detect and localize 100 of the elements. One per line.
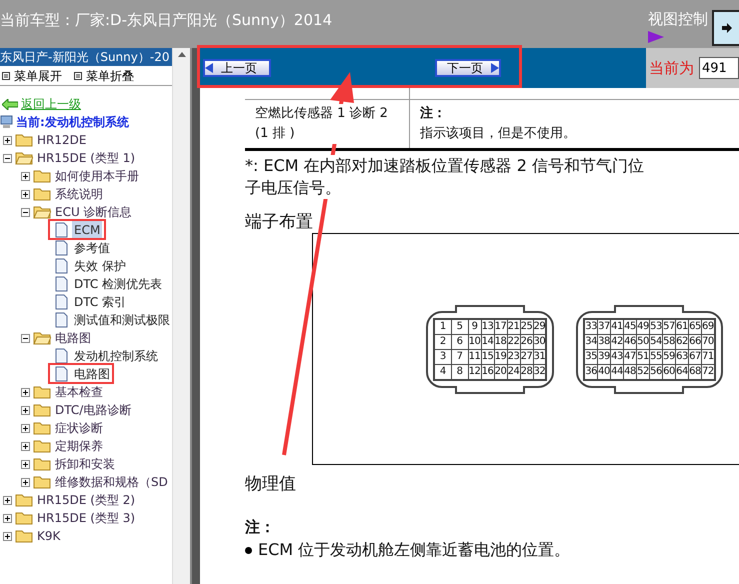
view-control-label: 视图控制 — [648, 9, 708, 30]
tree-item[interactable]: 发动机控制系统 — [72, 347, 160, 365]
pin-number: 66 — [688, 334, 702, 349]
tree-item[interactable]: HR15DE (类型 1) — [36, 149, 136, 167]
expand-menu-link[interactable]: 菜单展开 — [14, 66, 62, 84]
folder-icon — [33, 187, 51, 201]
tree-item[interactable]: 电路图 — [54, 329, 92, 347]
tree-item[interactable]: 如何使用本手册 — [54, 167, 140, 185]
tree-item[interactable]: 基本检查 — [54, 383, 104, 401]
tree-item[interactable]: 维修数据和规格（SD — [54, 473, 169, 491]
expand-toggle[interactable] — [21, 406, 30, 414]
tree-item[interactable]: 症状诊断 — [54, 419, 104, 437]
pin-number: 44 — [610, 364, 624, 380]
tree-item[interactable]: ECM — [72, 221, 102, 239]
expand-toggle[interactable] — [21, 388, 30, 396]
tree-item[interactable]: 拆卸和安装 — [54, 455, 116, 473]
pin-number: 46 — [623, 334, 636, 349]
table-cell-text: 指示该项目，但是不使用。 — [420, 125, 577, 143]
tree-item[interactable]: DTC/电路诊断 — [54, 401, 132, 419]
tree-item[interactable]: 失效 保护 — [72, 257, 128, 275]
pin-number: 58 — [662, 334, 676, 349]
expand-toggle[interactable] — [21, 190, 30, 198]
tree-item[interactable]: 参考值 — [72, 239, 112, 257]
pin-number: 50 — [636, 334, 650, 349]
collapse-toggle[interactable] — [21, 334, 30, 342]
expand-toggle[interactable] — [3, 514, 12, 522]
pin-number: 11 — [468, 349, 481, 364]
previous-page-button[interactable]: 上一页 — [203, 59, 271, 77]
pin-number: 27 — [520, 349, 533, 364]
document-icon — [55, 294, 68, 310]
tree-item[interactable]: ECU 诊断信息 — [54, 203, 133, 221]
pin-number: 42 — [610, 334, 624, 349]
open-folder-icon — [33, 205, 51, 219]
tree-item[interactable]: HR15DE (类型 2) — [36, 491, 136, 509]
arrow-button[interactable] — [712, 10, 739, 46]
collapse-toggle[interactable] — [21, 208, 30, 216]
document-icon — [55, 258, 68, 274]
current-section: 当前:发动机控制系统 — [16, 113, 129, 131]
collapse-toggle[interactable] — [3, 154, 12, 162]
pin-number: 13 — [481, 318, 494, 334]
page-number-field[interactable]: 491 — [699, 57, 739, 79]
pin-number: 21 — [507, 318, 520, 334]
pin-number: 60 — [662, 364, 676, 380]
pin-number: 18 — [494, 334, 507, 349]
back-link[interactable]: 返回上一级 — [21, 95, 81, 113]
pin-number: 43 — [610, 349, 624, 364]
pin-number: 64 — [675, 364, 688, 380]
pin-number: 35 — [584, 349, 598, 364]
pin-number: 9 — [468, 318, 481, 334]
scrollbar[interactable] — [172, 48, 190, 584]
expand-toggle[interactable] — [3, 136, 12, 144]
pin-number: 19 — [494, 349, 507, 364]
model-title: 东风日产-新阳光（Sunny）-20 — [0, 48, 172, 66]
pin-number: 37 — [597, 318, 610, 334]
folder-icon — [33, 169, 51, 183]
next-page-button[interactable]: 下一页 — [435, 59, 501, 77]
pin-number: 28 — [520, 364, 533, 380]
tree-item[interactable]: 测试值和测试极限 — [72, 311, 172, 329]
pin-number: 14 — [481, 334, 494, 349]
folder-icon — [33, 421, 51, 435]
expand-toggle[interactable] — [3, 496, 12, 504]
up-arrow-icon — [178, 52, 186, 57]
pin-number: 29 — [533, 318, 546, 334]
tree-item[interactable]: 电路图 — [72, 365, 112, 383]
document-icon — [55, 222, 68, 238]
pin-number: 25 — [520, 318, 533, 334]
tree-item[interactable]: 定期保养 — [54, 437, 104, 455]
pin-number: 3 — [434, 349, 451, 364]
pin-number: 23 — [507, 349, 520, 364]
tree-item[interactable]: DTC 索引 — [72, 293, 128, 311]
highlight-box — [48, 363, 114, 384]
folder-icon — [33, 385, 51, 399]
expand-toggle[interactable] — [21, 424, 30, 432]
expand-toggle[interactable] — [21, 172, 30, 180]
expand-toggle[interactable] — [21, 442, 30, 450]
expand-toggle[interactable] — [3, 532, 12, 540]
pin-number: 49 — [636, 318, 650, 334]
collapse-menu-link[interactable]: 菜单折叠 — [86, 66, 134, 84]
tree-item[interactable]: 系统说明 — [54, 185, 104, 203]
expand-toggle[interactable] — [21, 460, 30, 468]
vehicle-title: 当前车型：厂家:D-东风日产阳光（Sunny）2014 — [0, 10, 332, 31]
folder-icon — [33, 475, 51, 489]
tree-item[interactable]: K9K — [36, 527, 62, 545]
tree-item[interactable]: HR15DE (类型 3) — [36, 509, 136, 527]
tree-item[interactable]: DTC 检测优先表 — [72, 275, 164, 293]
pin-number: 52 — [636, 364, 650, 380]
pin-number: 63 — [675, 349, 688, 364]
right-arrow-icon — [491, 63, 499, 73]
pin-number: 45 — [623, 318, 636, 334]
computer-icon — [0, 115, 13, 129]
folder-icon — [15, 493, 33, 507]
section-heading: 物理值 — [245, 473, 297, 495]
folder-icon — [33, 457, 51, 471]
tree-item[interactable]: HR12DE — [36, 131, 88, 149]
footnote-text: *: ECM 在内部对加速踏板位置传感器 2 信号和节气门位 — [245, 155, 644, 177]
expand-toggle[interactable] — [21, 478, 30, 486]
document-icon — [55, 348, 68, 364]
document-icon — [55, 240, 68, 256]
pin-number: 26 — [520, 334, 533, 349]
pin-number: 24 — [507, 364, 520, 380]
